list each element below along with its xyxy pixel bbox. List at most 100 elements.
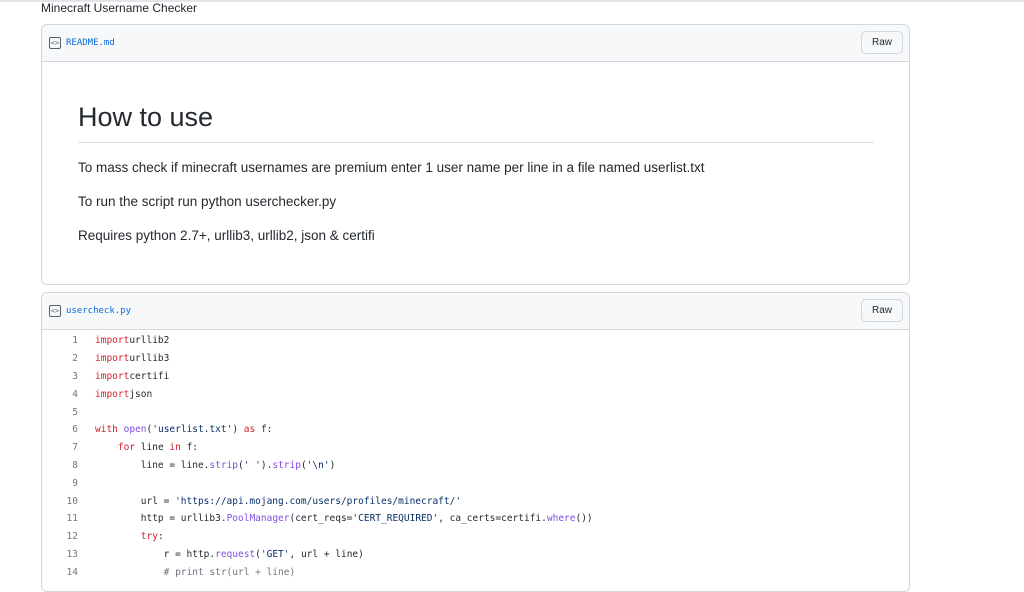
line-number[interactable]: 2 bbox=[42, 353, 95, 364]
code-token: : bbox=[157, 531, 164, 543]
code-token: with bbox=[95, 424, 118, 436]
code-line: 3 importcertifi bbox=[42, 368, 909, 386]
line-number[interactable]: 14 bbox=[42, 567, 95, 578]
code-token: r = http. bbox=[95, 548, 216, 560]
code-token: 'https://api.mojang.com/users/profiles/m… bbox=[175, 495, 462, 507]
line-number[interactable]: 3 bbox=[42, 371, 95, 382]
code-token: line bbox=[135, 442, 170, 454]
code-listing: 1 importurllib2 2 importurllib3 3 importcerti… bbox=[42, 330, 909, 581]
code-line: 8 line = line.strip(' ').strip('\n') bbox=[42, 457, 909, 475]
code-token: certifi bbox=[129, 370, 170, 382]
code-token: PoolManager bbox=[226, 513, 290, 525]
readme-paragraph: Requires python 2.7+, urllib3, urllib2, … bbox=[78, 228, 375, 243]
code-line: 10 url = 'https://api.mojang.com/users/p… bbox=[42, 492, 909, 510]
code-token: , ca_certs=certifi. bbox=[438, 513, 547, 525]
code-token: ) bbox=[329, 459, 336, 471]
code-line: 14 # print str(url + line) bbox=[42, 563, 909, 581]
code-text: with open('userlist.txt') as f: bbox=[95, 424, 272, 435]
line-number[interactable]: 9 bbox=[42, 478, 95, 489]
code-token: open bbox=[123, 424, 147, 436]
code-text: url = 'https://api.mojang.com/users/prof… bbox=[95, 496, 461, 507]
code-line: 6 with open('userlist.txt') as f: bbox=[42, 421, 909, 439]
code-token: import bbox=[95, 388, 130, 400]
code-token: ()) bbox=[575, 513, 593, 525]
code-text: r = http.request('GET', url + line) bbox=[95, 549, 364, 560]
page-title: Minecraft Username Checker bbox=[41, 1, 198, 15]
readme-paragraph: To run the script run python userchecker… bbox=[78, 194, 337, 209]
code-token: f: bbox=[180, 442, 199, 454]
code-line: 5 bbox=[42, 403, 909, 421]
line-number[interactable]: 4 bbox=[42, 389, 95, 400]
code-raw-button[interactable]: Raw bbox=[861, 299, 903, 322]
code-file-header: <> usercheck.py Raw bbox=[42, 293, 909, 330]
line-number[interactable]: 10 bbox=[42, 496, 95, 507]
code-text: # print str(url + line) bbox=[95, 566, 296, 578]
readme-paragraph: To mass check if minecraft usernames are… bbox=[78, 160, 705, 175]
line-number[interactable]: 6 bbox=[42, 424, 95, 435]
code-token: strip bbox=[209, 459, 238, 471]
line-number[interactable]: 1 bbox=[42, 335, 95, 346]
code-text: importurllib2 bbox=[95, 335, 169, 346]
code-file-icon: <> bbox=[49, 305, 61, 317]
readme-heading: How to use bbox=[78, 96, 874, 143]
code-text: http = urllib3.PoolManager(cert_reqs='CE… bbox=[95, 513, 593, 524]
readme-file-box: <> README.md Raw How to use To mass chec… bbox=[41, 24, 910, 285]
code-token: as bbox=[243, 424, 256, 436]
code-token: strip bbox=[272, 459, 301, 471]
line-number[interactable]: 8 bbox=[42, 460, 95, 471]
code-line: 13 r = http.request('GET', url + line) bbox=[42, 546, 909, 564]
code-text: importcertifi bbox=[95, 371, 169, 382]
code-token: import bbox=[95, 370, 130, 382]
code-line: 11 http = urllib3.PoolManager(cert_reqs=… bbox=[42, 510, 909, 528]
line-number[interactable]: 12 bbox=[42, 531, 95, 542]
code-token: , url + line) bbox=[289, 548, 364, 560]
code-line: 2 importurllib3 bbox=[42, 350, 909, 368]
code-token: import bbox=[95, 353, 130, 365]
code-file-icon: <> bbox=[49, 37, 61, 49]
code-file-box: <> usercheck.py Raw 1 importurllib2 2 impor… bbox=[41, 292, 910, 592]
code-token: http = urllib3. bbox=[95, 513, 227, 525]
code-text: for line in f: bbox=[95, 442, 198, 453]
code-text: importurllib3 bbox=[95, 353, 169, 364]
line-number[interactable]: 11 bbox=[42, 513, 95, 524]
code-token: url = bbox=[95, 495, 176, 507]
readme-file-header: <> README.md Raw bbox=[42, 25, 909, 62]
line-number[interactable]: 5 bbox=[42, 407, 95, 418]
line-number[interactable]: 13 bbox=[42, 549, 95, 560]
code-line: 12 try: bbox=[42, 528, 909, 546]
code-token: urllib3 bbox=[129, 353, 170, 365]
code-token: '\n' bbox=[306, 459, 330, 471]
readme-raw-button[interactable]: Raw bbox=[861, 31, 903, 54]
code-token: line = line. bbox=[95, 459, 210, 471]
line-number[interactable]: 7 bbox=[42, 442, 95, 453]
code-token: 'userlist.txt' bbox=[152, 424, 233, 436]
code-token: 'CERT_REQUIRED' bbox=[352, 513, 439, 525]
code-token: f: bbox=[255, 424, 273, 436]
code-text: try: bbox=[95, 531, 164, 542]
code-file-link[interactable]: usercheck.py bbox=[66, 306, 131, 316]
code-line: 7 for line in f: bbox=[42, 439, 909, 457]
code-text: importjson bbox=[95, 389, 152, 400]
code-token: import bbox=[95, 335, 130, 347]
code-token: ). bbox=[260, 459, 273, 471]
code-token: ' ' bbox=[243, 459, 261, 471]
code-line: 1 importurllib2 bbox=[42, 332, 909, 350]
readme-file-link[interactable]: README.md bbox=[66, 38, 115, 48]
code-token: 'GET' bbox=[260, 548, 290, 560]
code-line: 9 bbox=[42, 474, 909, 492]
code-token: urllib2 bbox=[129, 335, 170, 347]
code-token: request bbox=[215, 548, 256, 560]
code-token: for bbox=[117, 442, 136, 454]
code-token: ) bbox=[232, 424, 244, 436]
code-token: try bbox=[140, 531, 158, 543]
code-text: line = line.strip(' ').strip('\n') bbox=[95, 459, 336, 471]
code-token: # print str(url + line) bbox=[163, 566, 296, 578]
code-token: json bbox=[129, 388, 153, 400]
code-token: in bbox=[169, 442, 181, 454]
code-line: 4 importjson bbox=[42, 385, 909, 403]
readme-content: How to use To mass check if minecraft us… bbox=[42, 62, 909, 243]
code-token: (cert_reqs= bbox=[289, 513, 353, 525]
